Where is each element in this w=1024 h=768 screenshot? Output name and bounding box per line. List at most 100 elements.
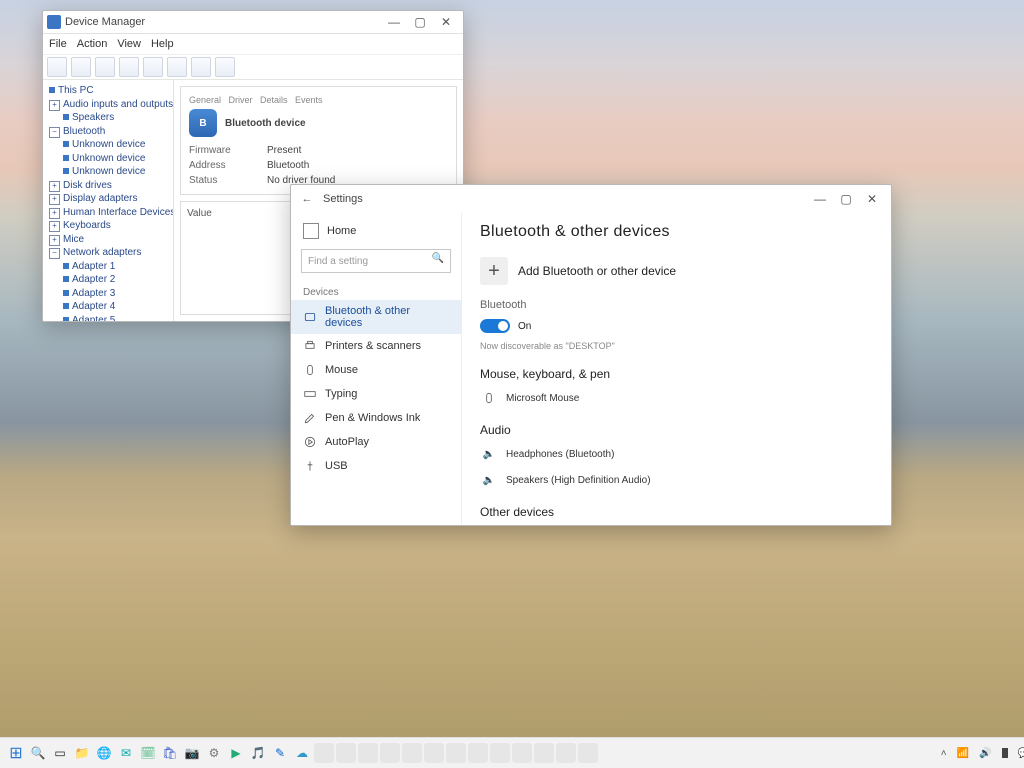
wifi-icon[interactable]: 📶 bbox=[957, 748, 969, 759]
maximize-button[interactable]: ▢ bbox=[833, 190, 859, 208]
maximize-button[interactable]: ▢ bbox=[407, 13, 433, 31]
tree-leaf[interactable]: Adapter 1 bbox=[63, 260, 169, 274]
task-item[interactable]: 🌐 bbox=[94, 743, 114, 763]
tree-leaf[interactable]: Speakers bbox=[63, 111, 169, 125]
mouse-icon bbox=[303, 363, 317, 377]
task-item[interactable] bbox=[424, 743, 444, 763]
sidebar-item-typing[interactable]: Typing bbox=[291, 382, 461, 406]
menu-item[interactable]: Action bbox=[77, 38, 108, 50]
tree-leaf[interactable]: Adapter 4 bbox=[63, 300, 169, 314]
task-item[interactable] bbox=[468, 743, 488, 763]
tree-node[interactable]: +Audio inputs and outputs bbox=[49, 98, 169, 112]
tree-leaf[interactable]: Unknown device bbox=[63, 152, 169, 166]
task-item[interactable]: 🎵 bbox=[248, 743, 268, 763]
plus-icon: + bbox=[480, 257, 508, 285]
tree-node[interactable]: +Human Interface Devices bbox=[49, 206, 169, 220]
printer-icon bbox=[303, 339, 317, 353]
toolbar-button[interactable] bbox=[47, 57, 67, 77]
task-item[interactable]: 📷 bbox=[182, 743, 202, 763]
tray-overflow-icon[interactable]: ˄ bbox=[941, 748, 947, 759]
task-item[interactable]: 🛍 bbox=[160, 743, 180, 763]
tree-node[interactable]: −Network adapters bbox=[49, 246, 169, 260]
toolbar-button[interactable] bbox=[119, 57, 139, 77]
bluetooth-icon: B bbox=[189, 109, 217, 137]
sidebar-item-mouse[interactable]: Mouse bbox=[291, 358, 461, 382]
battery-icon[interactable] bbox=[1002, 748, 1008, 758]
tree-node[interactable]: +Mice bbox=[49, 233, 169, 247]
close-button[interactable]: ✕ bbox=[859, 190, 885, 208]
task-item[interactable]: ☁ bbox=[292, 743, 312, 763]
start-button[interactable]: ⊞ bbox=[6, 743, 26, 763]
device-row[interactable]: Microsoft Mouse bbox=[480, 389, 873, 407]
toolbar-button[interactable] bbox=[95, 57, 115, 77]
sidebar-home[interactable]: Home bbox=[291, 219, 461, 243]
task-item[interactable] bbox=[534, 743, 554, 763]
task-item[interactable] bbox=[512, 743, 532, 763]
tree-root[interactable]: This PC bbox=[49, 84, 169, 98]
action-center-icon[interactable]: 💬 bbox=[1018, 748, 1024, 759]
keyboard-icon bbox=[303, 387, 317, 401]
add-device-row[interactable]: + Add Bluetooth or other device bbox=[480, 257, 873, 285]
detail-name: Bluetooth device bbox=[225, 118, 306, 129]
minimize-button[interactable]: ― bbox=[807, 190, 833, 208]
toolbar-button[interactable] bbox=[215, 57, 235, 77]
minimize-button[interactable]: ― bbox=[381, 13, 407, 31]
task-item[interactable] bbox=[556, 743, 576, 763]
toolbar-button[interactable] bbox=[71, 57, 91, 77]
pen-icon bbox=[303, 411, 317, 425]
toolbar-button[interactable] bbox=[167, 57, 187, 77]
sidebar-item-autoplay[interactable]: AutoPlay bbox=[291, 430, 461, 454]
tree-node[interactable]: +Disk drives bbox=[49, 179, 169, 193]
toolbar-button[interactable] bbox=[143, 57, 163, 77]
task-item[interactable]: 🗓 bbox=[138, 743, 158, 763]
menu-item[interactable]: Help bbox=[151, 38, 174, 50]
search-button[interactable]: 🔍 bbox=[28, 743, 48, 763]
task-item[interactable] bbox=[336, 743, 356, 763]
settings-titlebar[interactable]: ← Settings ― ▢ ✕ bbox=[291, 185, 891, 213]
task-item[interactable] bbox=[490, 743, 510, 763]
system-tray[interactable]: ˄ 📶 🔊 💬 bbox=[941, 748, 1024, 759]
task-item[interactable]: 📁 bbox=[72, 743, 92, 763]
bg-titlebar[interactable]: Device Manager ― ▢ ✕ bbox=[43, 11, 463, 34]
task-item[interactable]: ✉ bbox=[116, 743, 136, 763]
tree-leaf[interactable]: Unknown device bbox=[63, 165, 169, 179]
volume-icon[interactable]: 🔊 bbox=[979, 748, 991, 759]
task-item[interactable]: ▶ bbox=[226, 743, 246, 763]
menu-item[interactable]: View bbox=[117, 38, 141, 50]
tree-leaf[interactable]: Adapter 3 bbox=[63, 287, 169, 301]
task-item[interactable] bbox=[446, 743, 466, 763]
sidebar-item-printers[interactable]: Printers & scanners bbox=[291, 334, 461, 358]
device-row[interactable]: 🔈 Speakers (High Definition Audio) bbox=[480, 471, 873, 489]
sidebar-item-bluetooth[interactable]: Bluetooth & other devices bbox=[291, 300, 461, 334]
search-input[interactable]: Find a setting 🔍 bbox=[301, 249, 451, 273]
tree-node[interactable]: +Display adapters bbox=[49, 192, 169, 206]
menu-item[interactable]: File bbox=[49, 38, 67, 50]
toolbar-button[interactable] bbox=[191, 57, 211, 77]
taskbar[interactable]: ⊞ 🔍 ▭ 📁 🌐 ✉ 🗓 🛍 📷 ⚙ ▶ 🎵 ✎ ☁ ˄ 📶 🔊 💬 bbox=[0, 737, 1024, 768]
task-item[interactable] bbox=[358, 743, 378, 763]
task-item[interactable] bbox=[402, 743, 422, 763]
settings-window: ← Settings ― ▢ ✕ Home Find a setting 🔍 D… bbox=[290, 184, 892, 526]
speaker-icon: 🔈 bbox=[480, 471, 498, 489]
tree-node[interactable]: +Keyboards bbox=[49, 219, 169, 233]
settings-sidebar: Home Find a setting 🔍 Devices Bluetooth … bbox=[291, 213, 462, 525]
back-button[interactable]: ← bbox=[297, 189, 317, 209]
task-item[interactable] bbox=[380, 743, 400, 763]
tree-leaf[interactable]: Unknown device bbox=[63, 138, 169, 152]
sidebar-item-pen[interactable]: Pen & Windows Ink bbox=[291, 406, 461, 430]
tree-node[interactable]: −Bluetooth bbox=[49, 125, 169, 139]
task-item[interactable]: ⚙ bbox=[204, 743, 224, 763]
task-item[interactable]: ✎ bbox=[270, 743, 290, 763]
device-row[interactable]: 🔈 Headphones (Bluetooth) bbox=[480, 445, 873, 463]
tree-leaf[interactable]: Adapter 2 bbox=[63, 273, 169, 287]
tree-leaf[interactable]: Adapter 5 bbox=[63, 314, 169, 322]
detail-tabs[interactable]: General Driver Details Events bbox=[189, 95, 448, 105]
task-item[interactable] bbox=[578, 743, 598, 763]
bg-title: Device Manager bbox=[65, 16, 145, 28]
sidebar-item-usb[interactable]: USB bbox=[291, 454, 461, 478]
close-button[interactable]: ✕ bbox=[433, 13, 459, 31]
taskview-button[interactable]: ▭ bbox=[50, 743, 70, 763]
task-item[interactable] bbox=[314, 743, 334, 763]
bluetooth-toggle[interactable] bbox=[480, 319, 510, 333]
device-tree[interactable]: This PC +Audio inputs and outputs Speake… bbox=[43, 80, 174, 321]
